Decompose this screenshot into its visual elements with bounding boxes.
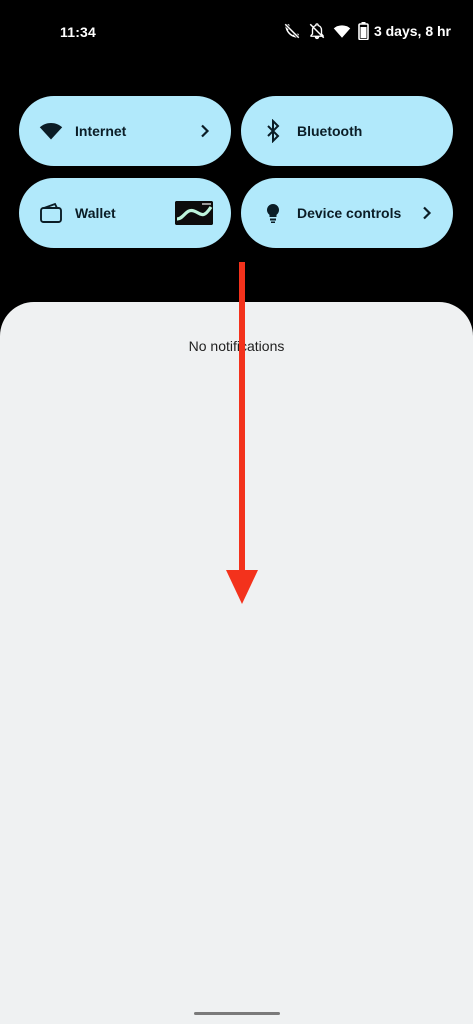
lightbulb-icon xyxy=(261,201,285,225)
tile-wallet[interactable]: Wallet xyxy=(19,178,231,248)
tile-label-internet: Internet xyxy=(75,123,127,139)
payment-card-thumbnail xyxy=(175,201,213,225)
battery-icon xyxy=(358,22,369,40)
status-icons: 3 days, 8 hr xyxy=(283,22,451,40)
chevron-right-icon xyxy=(197,123,213,139)
battery-text: 3 days, 8 hr xyxy=(373,23,451,39)
do-not-disturb-icon xyxy=(308,22,326,40)
tile-label-bluetooth: Bluetooth xyxy=(297,123,363,139)
gesture-nav-handle[interactable] xyxy=(194,1012,280,1015)
no-calls-icon xyxy=(283,22,301,40)
status-time: 11:34 xyxy=(60,24,97,40)
wallet-icon xyxy=(39,201,63,225)
chevron-right-icon xyxy=(419,205,435,221)
wifi-icon xyxy=(333,22,351,40)
tile-label-device-controls: Device controls xyxy=(297,205,402,221)
tile-bluetooth[interactable]: Bluetooth xyxy=(241,96,453,166)
tile-internet[interactable]: Internet xyxy=(19,96,231,166)
swipe-down-arrow-icon xyxy=(226,262,258,604)
tile-label-wallet: Wallet xyxy=(75,205,116,221)
tile-device-controls[interactable]: Device controls xyxy=(241,178,453,248)
bluetooth-icon xyxy=(261,119,285,143)
wifi-icon xyxy=(39,119,63,143)
android-notification-shade: 11:34 3 days, 8 hr Internet Bluetooth Wa… xyxy=(0,0,473,1024)
status-bar: 11:34 3 days, 8 hr xyxy=(0,0,473,64)
